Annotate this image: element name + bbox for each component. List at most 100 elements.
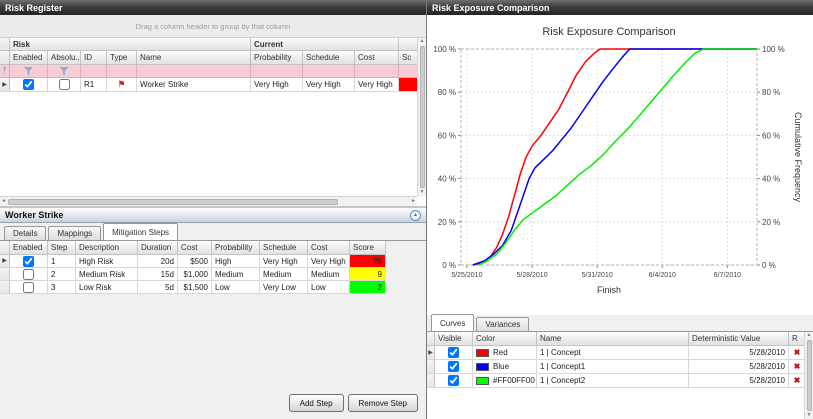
enabled-cell (10, 281, 48, 294)
enabled-checkbox[interactable] (23, 269, 34, 280)
scroll-right-icon[interactable]: ► (410, 198, 417, 205)
visible-checkbox[interactable] (448, 375, 459, 386)
absolute-checkbox[interactable] (59, 79, 70, 90)
enabled-cell (10, 268, 48, 281)
header-schedule[interactable]: Schedule (260, 241, 308, 255)
svg-text:20 %: 20 % (762, 218, 780, 227)
svg-text:80 %: 80 % (762, 88, 780, 97)
enabled-cell (10, 78, 48, 92)
svg-text:5/28/2010: 5/28/2010 (516, 272, 547, 279)
svg-text:20 %: 20 % (438, 218, 456, 227)
filter-name-cell[interactable] (137, 65, 251, 78)
description-cell: Low Risk (76, 281, 138, 294)
header-cost[interactable]: Cost (178, 241, 212, 255)
mitigation-row[interactable]: ▶ 1 High Risk 20d $500 High Very High Ve… (0, 255, 426, 268)
app-root: Risk Register Drag a column header to gr… (0, 0, 813, 419)
probability-cell: High (212, 255, 260, 268)
risk-row[interactable]: ▶ R1 ⚑ Worker Strike Very High Very High… (0, 78, 426, 92)
visible-cell (435, 346, 473, 360)
header-remove[interactable]: R (789, 332, 805, 346)
cost-cell: Very High (355, 78, 399, 92)
remove-curve-icon[interactable]: ✖ (794, 349, 801, 357)
scroll-up-icon[interactable]: ▲ (419, 38, 426, 45)
scroll-up-icon[interactable]: ▲ (806, 332, 813, 339)
svg-text:Cumulative Frequency: Cumulative Frequency (793, 112, 803, 203)
filter-enabled-cell[interactable] (10, 65, 48, 78)
band-risk[interactable]: Risk (10, 38, 251, 51)
row-indicator-cell: ▶ (427, 346, 435, 360)
filter-score-cell[interactable] (399, 65, 417, 78)
header-enabled[interactable]: Enabled (10, 51, 48, 65)
duration-cell: 20d (138, 255, 178, 268)
filter-indicator-cell (0, 65, 10, 78)
filter-absolute-cell[interactable] (48, 65, 81, 78)
score-cell (399, 78, 417, 92)
header-score[interactable]: Sc (399, 51, 417, 65)
enabled-checkbox[interactable] (23, 282, 34, 293)
header-name[interactable]: Name (537, 332, 689, 346)
add-step-button[interactable]: Add Step (289, 394, 344, 412)
mitigation-row[interactable]: 3 Low Risk 5d $1,500 Low Very Low Low 2 (0, 281, 426, 294)
curve-row[interactable]: Blue 1 | Concept1 5/28/2010 ✖ (427, 360, 813, 374)
scroll-left-icon[interactable]: ◄ (0, 198, 7, 205)
mitigation-row[interactable]: 2 Medium Risk 15d $1,000 Medium Medium M… (0, 268, 426, 281)
header-visible[interactable]: Visible (435, 332, 473, 346)
curves-vertical-scrollbar[interactable]: ▲ ▼ (804, 332, 813, 419)
filter-icon (3, 67, 6, 75)
header-probability[interactable]: Probability (212, 241, 260, 255)
header-type[interactable]: Type (107, 51, 137, 65)
tab-mitigation-steps[interactable]: Mitigation Steps (103, 223, 178, 240)
scroll-down-icon[interactable]: ▼ (806, 412, 813, 419)
deterministic-value-cell: 5/28/2010 (689, 360, 789, 374)
header-description[interactable]: Description (76, 241, 138, 255)
horizontal-scroll-thumb[interactable] (8, 199, 338, 205)
risk-register-window: Risk Register Drag a column header to gr… (0, 0, 426, 206)
header-score[interactable]: Score (350, 241, 386, 255)
absolute-cell (48, 78, 81, 92)
visible-checkbox[interactable] (448, 361, 459, 372)
header-color[interactable]: Color (473, 332, 537, 346)
header-probability[interactable]: Probability (251, 51, 303, 65)
vertical-scroll-thumb[interactable] (420, 46, 425, 188)
risk-register-title: Risk Register (5, 3, 63, 13)
tab-details[interactable]: Details (4, 226, 46, 240)
row-indicator-icon: ▶ (2, 258, 7, 264)
header-name[interactable]: Name (137, 51, 251, 65)
worker-strike-panel: Worker Strike ▲ Details Mappings Mitigat… (0, 206, 426, 417)
enabled-checkbox[interactable] (23, 79, 34, 90)
filter-probability-cell[interactable] (251, 65, 303, 78)
header-cost2[interactable]: Cost (308, 241, 350, 255)
header-enabled[interactable]: Enabled (10, 241, 48, 255)
header-deterministic-value[interactable]: Deterministic Value (689, 332, 789, 346)
header-absolute[interactable]: Absolu... (48, 51, 81, 65)
tab-variances[interactable]: Variances (476, 317, 529, 331)
visible-checkbox[interactable] (448, 347, 459, 358)
curve-row[interactable]: ▶ Red 1 | Concept 5/28/2010 ✖ (427, 346, 813, 360)
tab-mappings[interactable]: Mappings (48, 226, 101, 240)
group-by-bar[interactable]: Drag a column header to group by that co… (0, 15, 426, 38)
vertical-scrollbar[interactable]: ▲ ▼ (417, 38, 426, 196)
curve-row[interactable]: #FF00FF00 1 | Concept2 5/28/2010 ✖ (427, 374, 813, 388)
header-step[interactable]: Step (48, 241, 76, 255)
filter-id-cell[interactable] (81, 65, 107, 78)
header-cost[interactable]: Cost (355, 51, 399, 65)
header-duration[interactable]: Duration (138, 241, 178, 255)
band-current[interactable]: Current (251, 38, 399, 51)
tab-curves[interactable]: Curves (431, 314, 474, 331)
remove-curve-icon[interactable]: ✖ (794, 377, 801, 385)
remove-curve-icon[interactable]: ✖ (794, 363, 801, 371)
remove-step-button[interactable]: Remove Step (348, 394, 418, 412)
horizontal-scrollbar[interactable]: ◄ ► (0, 196, 417, 206)
filter-type-cell[interactable] (107, 65, 137, 78)
header-id[interactable]: ID (81, 51, 107, 65)
scroll-down-icon[interactable]: ▼ (419, 189, 426, 196)
enabled-checkbox[interactable] (23, 256, 34, 267)
filter-cost-cell[interactable] (355, 65, 399, 78)
collapse-panel-button[interactable]: ▲ (410, 210, 421, 221)
row-indicator-cell: ▶ (0, 78, 10, 92)
header-schedule[interactable]: Schedule (303, 51, 355, 65)
vertical-scroll-thumb[interactable] (807, 340, 812, 411)
id-cell: R1 (81, 78, 107, 92)
filter-schedule-cell[interactable] (303, 65, 355, 78)
duration-cell: 15d (138, 268, 178, 281)
